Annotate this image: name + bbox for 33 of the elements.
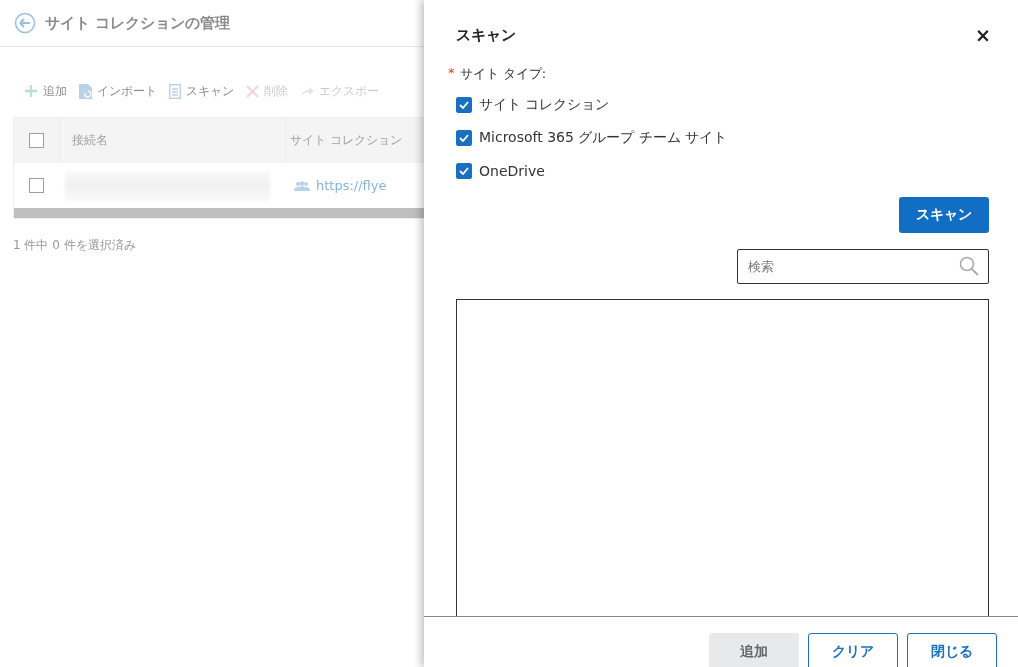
- share-arrow-icon: [300, 85, 314, 97]
- checkbox-option[interactable]: OneDrive: [456, 160, 989, 182]
- footer-button[interactable]: クリア: [808, 633, 898, 667]
- cross-icon: [246, 84, 259, 98]
- document-icon: [169, 83, 181, 99]
- search-icon: [959, 256, 979, 276]
- required-mark: *: [448, 65, 455, 82]
- checkbox[interactable]: [456, 130, 472, 146]
- checkbox[interactable]: [456, 97, 472, 113]
- column-header: サイト コレクション: [290, 132, 402, 149]
- page-title: サイト コレクションの管理: [45, 13, 231, 33]
- checkmark-icon: [459, 101, 469, 109]
- checkbox[interactable]: [29, 133, 44, 148]
- document-icon: [79, 83, 92, 99]
- footer-button[interactable]: 閉じる: [907, 633, 997, 667]
- search-field[interactable]: 検索: [737, 249, 989, 284]
- checkmark-icon: [459, 167, 469, 175]
- toolbar-button[interactable]: 追加: [24, 82, 67, 100]
- checkbox-option[interactable]: サイト コレクション: [456, 94, 989, 116]
- plus-icon: [24, 84, 38, 98]
- column-header: 接続名: [72, 133, 108, 147]
- field-label: サイト タイプ:: [459, 65, 546, 83]
- scan-button[interactable]: スキャン: [899, 197, 989, 233]
- checkbox[interactable]: [456, 163, 472, 179]
- close-button[interactable]: ×: [975, 24, 991, 46]
- selection-status: 1 件中 0 件を選択済み: [13, 236, 136, 254]
- toolbar-button[interactable]: インポート: [79, 82, 157, 100]
- dialog-title: スキャン: [456, 25, 516, 45]
- people-icon: [294, 180, 310, 191]
- checkbox-option[interactable]: Microsoft 365 グループ チーム サイト: [456, 127, 989, 149]
- checkmark-icon: [459, 134, 469, 142]
- checkbox[interactable]: [29, 178, 44, 193]
- toolbar-button[interactable]: スキャン: [169, 82, 234, 100]
